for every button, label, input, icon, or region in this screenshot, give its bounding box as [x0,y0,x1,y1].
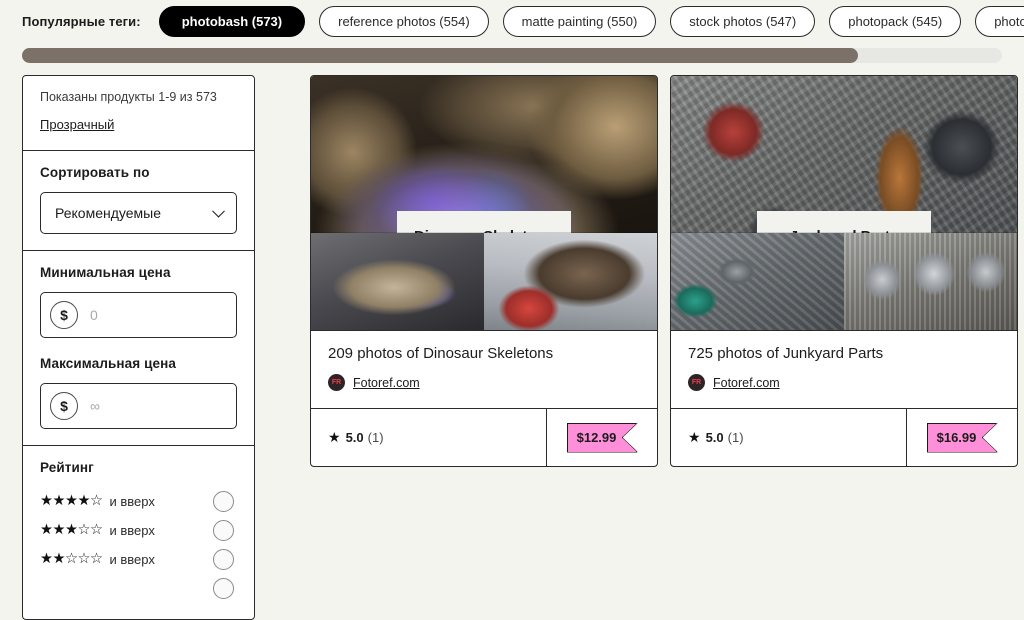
sort-select-value: Рекомендуемые [55,205,161,221]
sort-heading: Сортировать по [40,165,150,180]
clear-filters-link[interactable]: Прозрачный [40,117,114,132]
rating-row-label: и вверх [109,551,155,567]
tag-pill-photoshop[interactable]: photoshop (19) [975,6,1024,37]
product-thumbnail-strip [671,232,1017,330]
rating-row-label: и вверх [109,522,155,538]
avatar: FR [328,374,345,391]
product-seller-row: FR Fotoref.com [688,374,1000,391]
avatar-mark: FR [331,379,342,386]
stars-icon: ★★★★☆ [40,492,103,509]
product-rating: ★ 5.0 (1) [311,409,547,466]
rating-filter-4-and-up[interactable]: ★★★★☆ и вверх [40,487,237,515]
filters-sidebar: Показаны продукты 1-9 из 573 Прозрачный … [22,75,255,620]
min-price-field[interactable]: $ 0 [40,292,237,338]
product-rating-count: (1) [727,430,744,445]
product-rating: ★ 5.0 (1) [671,409,907,466]
product-footer: ★ 5.0 (1) $16.99 [671,408,1017,466]
tag-pill-matte-painting[interactable]: matte painting (550) [502,6,657,37]
product-thumbnail-1[interactable] [671,233,844,330]
product-rating-value: 5.0 [705,430,724,445]
sort-select[interactable]: Рекомендуемые [40,192,237,234]
min-price-heading: Минимальная цена [40,265,171,280]
price-value: $12.99 [576,430,617,445]
results-count-text: Показаны продукты 1-9 из 573 [40,90,217,104]
price-tag[interactable]: $12.99 [566,422,638,453]
seller-link[interactable]: Fotoref.com [713,376,780,390]
product-price-cell: $16.99 [907,409,1017,466]
popular-tags-bar: Популярные теги: photobash (573) referen… [0,0,1024,43]
price-value: $16.99 [936,430,977,445]
sort-section: Сортировать по Рекомендуемые [23,151,254,251]
max-price-input[interactable]: ∞ [90,398,100,414]
product-card[interactable]: Dinosaur Skeletons Photo Pack FOTOREF 20… [310,75,658,467]
product-hero: Junkyard Parts Photo Pack FOTOREF [671,76,1017,330]
avatar: FR [688,374,705,391]
rating-row-label: и вверх [109,493,155,509]
product-thumbnail-strip [311,232,657,330]
product-price-cell: $12.99 [547,409,657,466]
rating-filter-1-and-up[interactable] [40,574,237,602]
product-thumbnail-2[interactable] [844,233,1017,330]
popular-tags-label: Популярные теги: [22,14,141,29]
price-section: Минимальная цена $ 0 Максимальная цена $… [23,251,254,446]
stars-icon: ★★★☆☆ [40,521,103,538]
rating-radio-4[interactable] [213,490,234,512]
rating-heading: Рейтинг [40,460,94,475]
min-price-input[interactable]: 0 [90,307,98,323]
tags-scrollbar-thumb[interactable] [22,48,858,63]
product-thumbnail-1[interactable] [311,233,484,330]
star-filled-icon: ★ [328,429,341,445]
product-card[interactable]: Junkyard Parts Photo Pack FOTOREF 725 ph… [670,75,1018,467]
price-tag-notch-icon [981,422,998,453]
rating-radio-1[interactable] [213,577,234,599]
seller-link[interactable]: Fotoref.com [353,376,420,390]
product-info: 209 photos of Dinosaur Skeletons FR Foto… [311,330,657,408]
product-rating-value: 5.0 [345,430,364,445]
star-filled-icon: ★ [688,429,701,445]
price-tag-notch-icon [621,422,638,453]
rating-section: Рейтинг ★★★★☆ и вверх ★★★☆☆ и вверх ★★☆☆… [23,446,254,619]
results-section: Показаны продукты 1-9 из 573 Прозрачный [23,76,254,151]
product-info: 725 photos of Junkyard Parts FR Fotoref.… [671,330,1017,408]
product-seller-row: FR Fotoref.com [328,374,640,391]
rating-radio-2[interactable] [213,548,234,570]
product-title: 725 photos of Junkyard Parts [688,345,884,362]
tag-pill-photopack[interactable]: photopack (545) [829,6,962,37]
product-thumbnail-2[interactable] [484,233,657,330]
product-hero: Dinosaur Skeletons Photo Pack FOTOREF [311,76,657,330]
stars-icon: ★★☆☆☆ [40,550,103,567]
tag-pill-photobash[interactable]: photobash (573) [158,6,306,37]
avatar-mark: FR [691,379,702,386]
chevron-down-icon [212,204,225,218]
dollar-circle-icon: $ [50,392,78,420]
tags-scrollbar-track[interactable] [22,48,1002,63]
tag-pill-stock-photos[interactable]: stock photos (547) [670,6,816,37]
product-title: 209 photos of Dinosaur Skeletons [328,345,554,362]
rating-filter-3-and-up[interactable]: ★★★☆☆ и вверх [40,516,237,544]
dollar-circle-icon: $ [50,301,78,329]
max-price-heading: Максимальная цена [40,356,176,371]
max-price-field[interactable]: $ ∞ [40,383,237,429]
price-tag[interactable]: $16.99 [926,422,998,453]
product-rating-count: (1) [367,430,384,445]
tag-pill-reference-photos[interactable]: reference photos (554) [319,6,489,37]
product-footer: ★ 5.0 (1) $12.99 [311,408,657,466]
rating-radio-3[interactable] [213,519,234,541]
